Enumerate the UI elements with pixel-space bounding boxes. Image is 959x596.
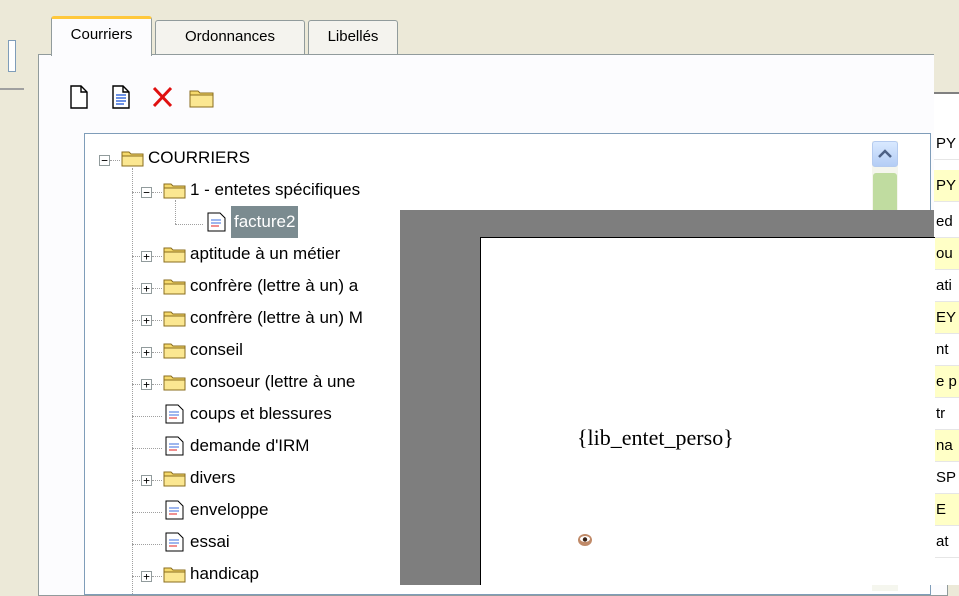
delete-icon xyxy=(152,86,173,108)
document-icon xyxy=(207,212,226,232)
tab-label: Courriers xyxy=(70,26,133,43)
folder-icon xyxy=(163,279,186,295)
new-folder-icon xyxy=(189,90,214,108)
new-document-icon xyxy=(70,85,88,109)
tree-item-label: confrère (lettre à un) a xyxy=(190,276,359,295)
scroll-up-button[interactable] xyxy=(872,141,898,167)
preview-placeholder-text: {lib_entet_perso} xyxy=(577,425,734,450)
tree-item-label: facture2 xyxy=(231,206,299,238)
eye-icon xyxy=(578,534,592,546)
delete-button[interactable] xyxy=(150,84,176,110)
tree-item-label: consoeur (lettre à une xyxy=(190,372,356,391)
folder-icon xyxy=(163,311,186,327)
folder-icon xyxy=(163,343,186,359)
expand-toggle[interactable]: + xyxy=(141,379,152,390)
expand-toggle[interactable]: + xyxy=(141,315,152,326)
background-table: PY PY ed ou ati EY nt e p tr na SP E at xyxy=(934,0,959,585)
table-cell: nt xyxy=(934,334,959,366)
tree-item-label: conseil xyxy=(190,340,243,359)
tree-item-label: 1 - entetes spécifiques xyxy=(190,180,361,199)
tree-item-label: coups et blessures xyxy=(190,404,332,423)
tab-libelles[interactable]: Libellés xyxy=(308,20,398,54)
collapse-toggle[interactable]: − xyxy=(99,155,110,166)
table-cell: e p xyxy=(934,366,959,398)
tab-label: Libellés xyxy=(327,28,379,45)
edit-document-button[interactable] xyxy=(108,84,134,110)
edit-document-icon xyxy=(112,85,130,109)
document-icon xyxy=(165,404,184,424)
tab-label: Ordonnances xyxy=(184,28,276,45)
tree-item-label: handicap xyxy=(190,564,260,583)
table-cell: at xyxy=(934,526,959,558)
table-cell: EY xyxy=(934,302,959,334)
new-folder-button[interactable] xyxy=(188,84,214,110)
table-cell: tr xyxy=(934,398,959,430)
collapse-toggle[interactable]: − xyxy=(141,187,152,198)
expand-toggle[interactable]: + xyxy=(141,347,152,358)
table-cell: PY xyxy=(934,128,959,160)
chevron-up-icon xyxy=(878,149,892,158)
table-cell: ou xyxy=(934,238,959,270)
document-icon xyxy=(165,532,184,552)
folder-icon xyxy=(163,471,186,487)
document-preview: {lib_entet_perso} xyxy=(480,237,935,585)
folder-icon xyxy=(121,151,144,167)
folder-icon xyxy=(163,567,186,583)
tree-item-label: enveloppe xyxy=(190,500,269,519)
folder-icon xyxy=(163,375,186,391)
tree-item-label: aptitude à un métier xyxy=(190,244,341,263)
table-cell: E xyxy=(934,494,959,526)
document-icon xyxy=(165,436,184,456)
table-cell: SP xyxy=(934,462,959,494)
folder-icon xyxy=(163,247,186,263)
folder-icon xyxy=(163,183,186,199)
tree-item-label: COURRIERS xyxy=(148,148,251,167)
tree-item-label: essai xyxy=(190,532,230,551)
expand-toggle[interactable]: + xyxy=(141,475,152,486)
document-icon xyxy=(165,500,184,520)
tree-item-label: demande d'IRM xyxy=(190,436,310,455)
background-field xyxy=(8,40,16,72)
background-table-header xyxy=(934,0,959,94)
expand-toggle[interactable]: + xyxy=(141,283,152,294)
tab-ordonnances[interactable]: Ordonnances xyxy=(155,20,305,54)
table-cell: ati xyxy=(934,270,959,302)
expand-toggle[interactable]: + xyxy=(141,571,152,582)
table-cell: ed xyxy=(934,206,959,238)
new-document-button[interactable] xyxy=(66,84,92,110)
table-cell: PY xyxy=(934,170,959,202)
tree-item-label: confrère (lettre à un) M xyxy=(190,308,363,327)
tree-item-label: divers xyxy=(190,468,236,487)
tab-courriers[interactable]: Courriers xyxy=(51,16,152,56)
table-cell: na xyxy=(934,430,959,462)
expand-toggle[interactable]: + xyxy=(141,251,152,262)
